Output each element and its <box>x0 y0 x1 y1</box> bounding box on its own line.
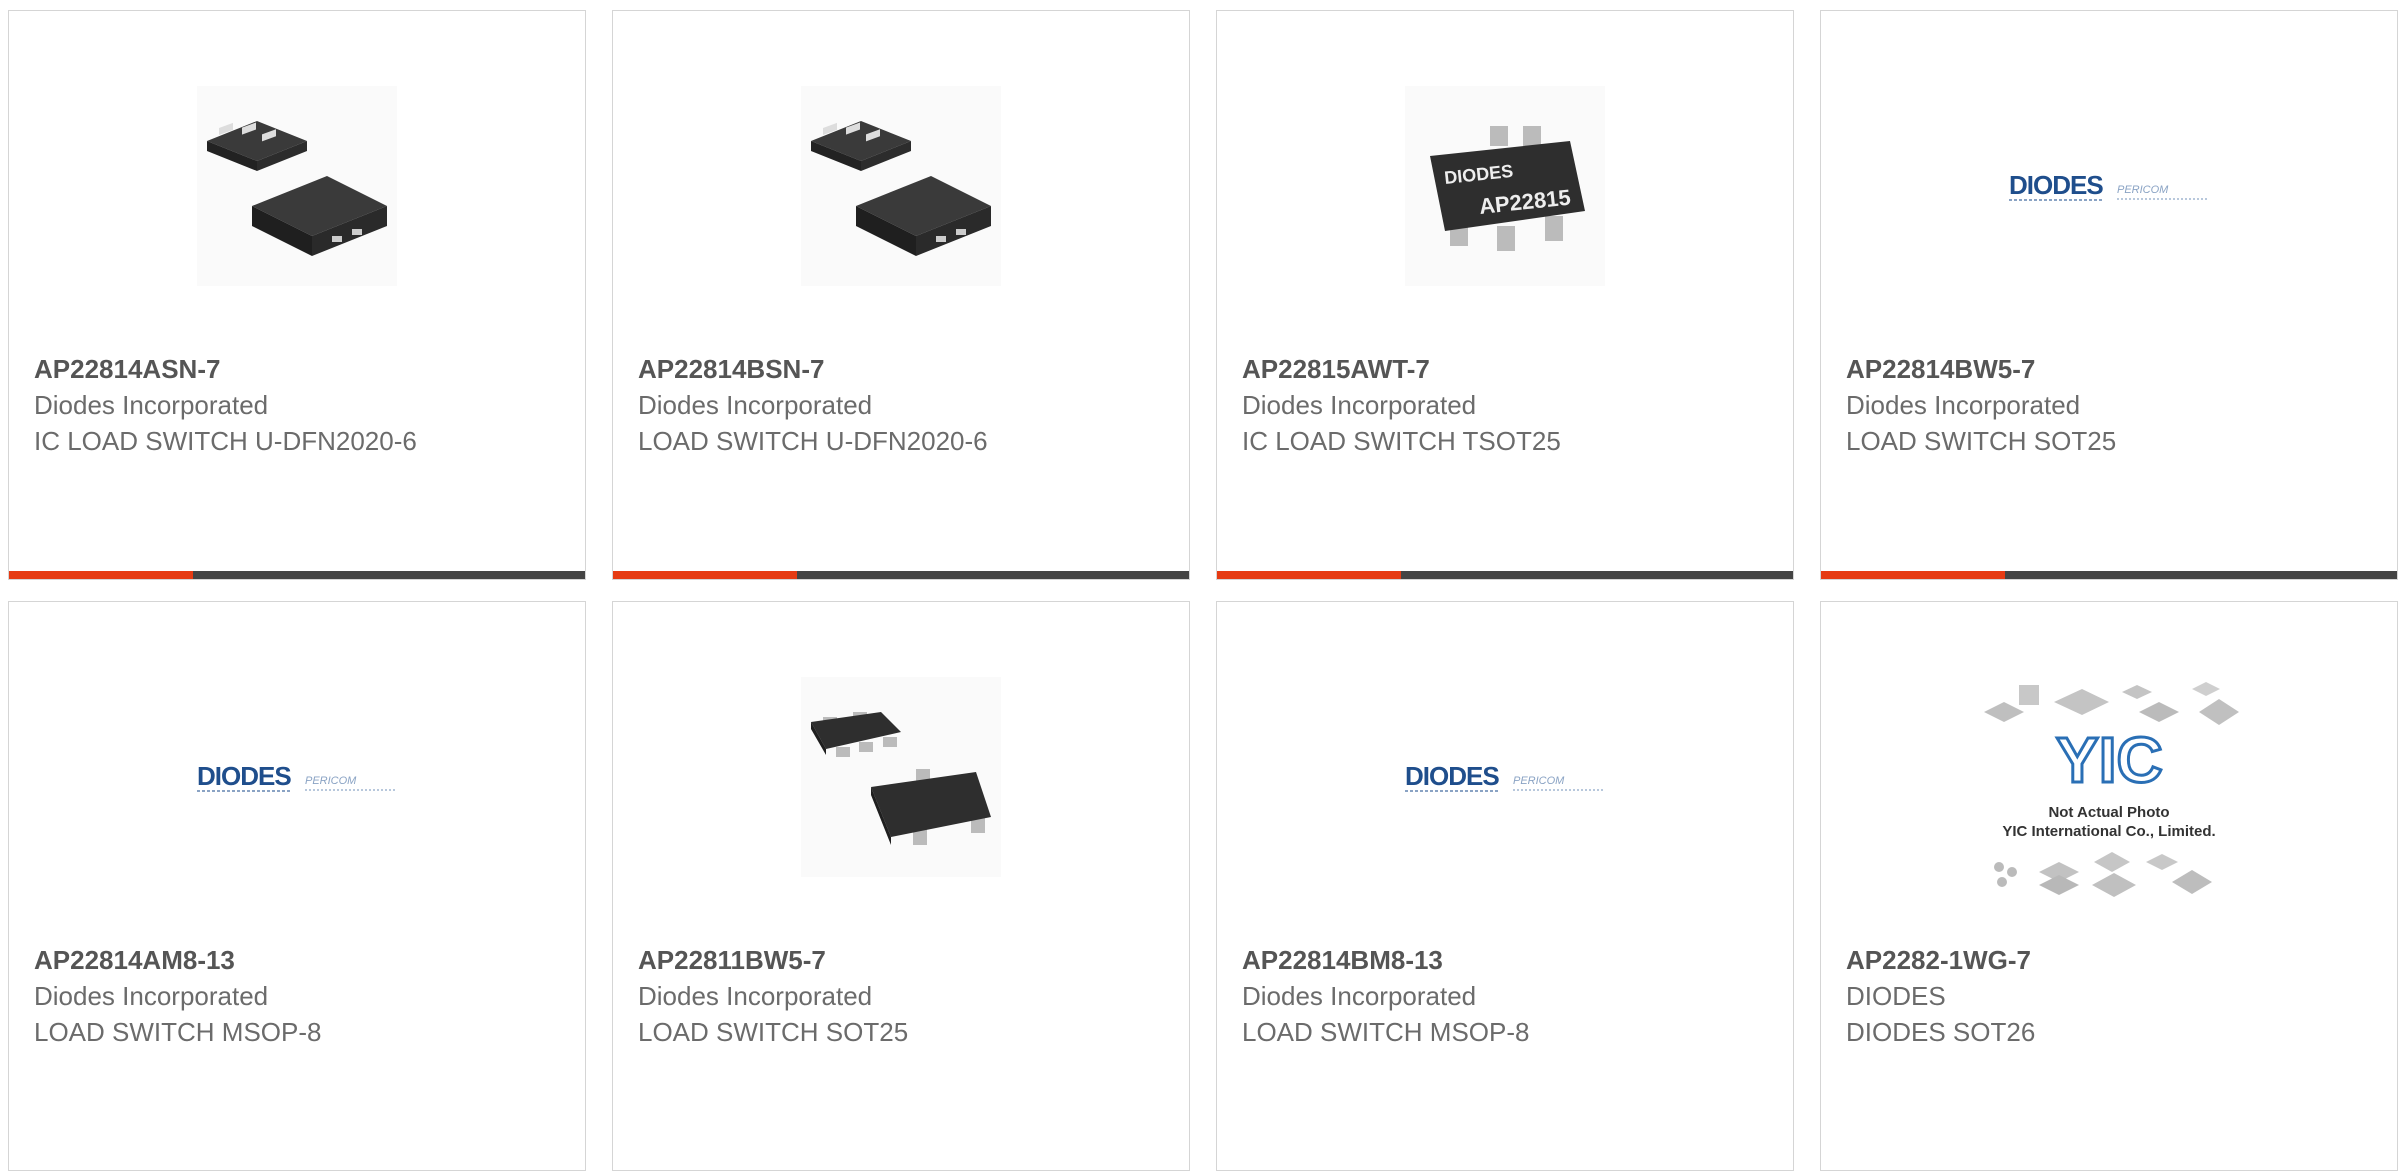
description: LOAD SWITCH MSOP-8 <box>34 1017 322 1047</box>
product-card[interactable]: DIODES PERICOM AP22814BM8-13 Diodes Inco… <box>1216 601 1794 1171</box>
product-image[interactable]: DIODES AP22815 <box>1217 76 1793 296</box>
manufacturer: Diodes Incorporated <box>638 390 873 420</box>
product-card[interactable]: DIODES AP22815 AP22815AWT-7 Diodes Incor… <box>1216 10 1794 580</box>
card-accent-bar <box>1821 571 2006 579</box>
product-image[interactable]: YIC Not Actual Photo YIC International C… <box>1821 677 2397 917</box>
placeholder-logo: YIC <box>2056 724 2163 796</box>
logo-main: DIODES <box>1405 761 1499 791</box>
product-image[interactable]: DIODES PERICOM <box>9 667 585 887</box>
part-number[interactable]: AP22814BW5-7 <box>1846 351 2377 387</box>
placeholder-line2: YIC International Co., Limited. <box>2002 823 2215 840</box>
description: LOAD SWITCH SOT25 <box>638 1017 909 1047</box>
product-card[interactable]: YIC Not Actual Photo YIC International C… <box>1820 601 2398 1171</box>
card-bottom-bar <box>9 571 585 579</box>
manufacturer: Diodes Incorporated <box>34 981 269 1011</box>
logo-sub: PERICOM <box>2117 184 2169 196</box>
logo-main: DIODES <box>2009 170 2103 200</box>
description: DIODES SOT26 <box>1846 1017 2036 1047</box>
product-image[interactable] <box>613 667 1189 887</box>
part-number[interactable]: AP2282-1WG-7 <box>1846 942 2377 978</box>
product-grid: AP22814ASN-7 Diodes Incorporated IC LOAD… <box>8 10 2398 1171</box>
manufacturer: DIODES <box>1846 981 1946 1011</box>
sot25-package-icon <box>811 712 991 845</box>
diodes-pericom-logo-icon: DIODES PERICOM <box>197 761 395 792</box>
dfn-package-icon <box>207 121 387 256</box>
manufacturer: Diodes Incorporated <box>1242 390 1477 420</box>
yic-placeholder-icon: YIC Not Actual Photo YIC International C… <box>1984 682 2239 897</box>
manufacturer: Diodes Incorporated <box>1846 390 2081 420</box>
card-bottom-bar <box>1217 571 1793 579</box>
manufacturer: Diodes Incorporated <box>34 390 269 420</box>
part-number[interactable]: AP22814BSN-7 <box>638 351 1169 387</box>
part-number[interactable]: AP22815AWT-7 <box>1242 351 1773 387</box>
tsot25-package-icon: DIODES AP22815 <box>1430 126 1585 251</box>
product-image[interactable] <box>613 76 1189 296</box>
diodes-pericom-logo-icon: DIODES PERICOM <box>1405 761 1603 792</box>
card-accent-bar <box>613 571 798 579</box>
logo-sub: PERICOM <box>1513 775 1565 787</box>
part-number[interactable]: AP22814BM8-13 <box>1242 942 1773 978</box>
part-number[interactable]: AP22814ASN-7 <box>34 351 565 387</box>
placeholder-line1: Not Actual Photo <box>2048 804 2169 821</box>
product-card[interactable]: AP22814ASN-7 Diodes Incorporated IC LOAD… <box>8 10 586 580</box>
card-bottom-bar <box>613 571 1189 579</box>
manufacturer: Diodes Incorporated <box>638 981 873 1011</box>
product-card[interactable]: AP22814BSN-7 Diodes Incorporated LOAD SW… <box>612 10 1190 580</box>
manufacturer: Diodes Incorporated <box>1242 981 1477 1011</box>
part-number[interactable]: AP22811BW5-7 <box>638 942 1169 978</box>
part-number[interactable]: AP22814AM8-13 <box>34 942 565 978</box>
product-image[interactable] <box>9 76 585 296</box>
product-card[interactable]: DIODES PERICOM AP22814AM8-13 Diodes Inco… <box>8 601 586 1171</box>
card-accent-bar <box>1217 571 1402 579</box>
card-accent-bar <box>9 571 194 579</box>
dfn-package-icon <box>811 121 991 256</box>
logo-sub: PERICOM <box>305 775 357 787</box>
diodes-pericom-logo-icon: DIODES PERICOM <box>2009 170 2207 201</box>
description: LOAD SWITCH SOT25 <box>1846 426 2117 456</box>
description: LOAD SWITCH MSOP-8 <box>1242 1017 1530 1047</box>
card-bottom-bar <box>1821 571 2397 579</box>
description: IC LOAD SWITCH TSOT25 <box>1242 426 1561 456</box>
product-image[interactable]: DIODES PERICOM <box>1821 76 2397 296</box>
product-image[interactable]: DIODES PERICOM <box>1217 667 1793 887</box>
product-card[interactable]: DIODES PERICOM AP22814BW5-7 Diodes Incor… <box>1820 10 2398 580</box>
logo-main: DIODES <box>197 761 291 791</box>
description: LOAD SWITCH U-DFN2020-6 <box>638 426 988 456</box>
description: IC LOAD SWITCH U-DFN2020-6 <box>34 426 417 456</box>
product-card[interactable]: AP22811BW5-7 Diodes Incorporated LOAD SW… <box>612 601 1190 1171</box>
